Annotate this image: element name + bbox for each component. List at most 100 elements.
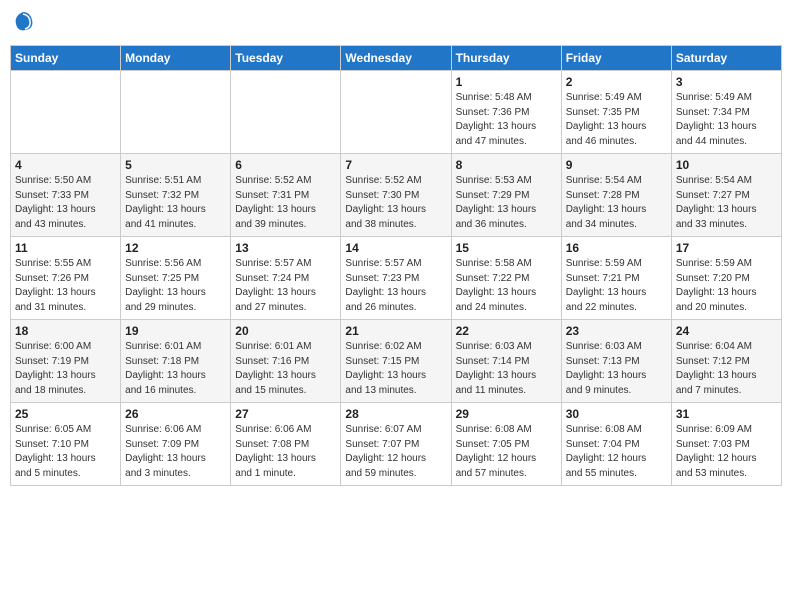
day-info: Sunrise: 6:05 AM Sunset: 7:10 PM Dayligh… xyxy=(15,423,116,481)
day-cell: 22 Sunrise: 6:03 AM Sunset: 7:14 PM Dayli… xyxy=(451,320,561,403)
day-cell xyxy=(341,71,451,154)
calendar-table: SundayMondayTuesdayWednesdayThursdayFrid… xyxy=(10,45,782,486)
day-number: 16 xyxy=(566,241,667,255)
day-number: 29 xyxy=(456,407,557,421)
day-cell xyxy=(11,71,121,154)
day-number: 10 xyxy=(676,158,777,172)
day-cell xyxy=(121,71,231,154)
day-number: 7 xyxy=(345,158,446,172)
day-cell: 16 Sunrise: 5:59 AM Sunset: 7:21 PM Dayli… xyxy=(561,237,671,320)
day-number: 17 xyxy=(676,241,777,255)
day-info: Sunrise: 5:53 AM Sunset: 7:29 PM Dayligh… xyxy=(456,174,557,232)
header-cell-sunday: Sunday xyxy=(11,46,121,71)
day-number: 24 xyxy=(676,324,777,338)
day-cell: 7 Sunrise: 5:52 AM Sunset: 7:30 PM Daylig… xyxy=(341,154,451,237)
day-number: 23 xyxy=(566,324,667,338)
week-row-3: 11Sunrise: 5:55 AM Sunset: 7:26 PM Dayli… xyxy=(11,237,782,320)
week-row-5: 25 Sunrise: 6:05 AM Sunset: 7:10 PM Dayli… xyxy=(11,403,782,486)
day-cell: 15Sunrise: 5:58 AM Sunset: 7:22 PM Dayli… xyxy=(451,237,561,320)
day-cell: 20 Sunrise: 6:01 AM Sunset: 7:16 PM Dayli… xyxy=(231,320,341,403)
day-info: Sunrise: 5:50 AM Sunset: 7:33 PM Dayligh… xyxy=(15,174,116,232)
logo-icon xyxy=(12,10,34,37)
day-cell: 21Sunrise: 6:02 AM Sunset: 7:15 PM Dayli… xyxy=(341,320,451,403)
day-cell: 28Sunrise: 6:07 AM Sunset: 7:07 PM Dayli… xyxy=(341,403,451,486)
day-cell: 30 Sunrise: 6:08 AM Sunset: 7:04 PM Dayli… xyxy=(561,403,671,486)
day-info: Sunrise: 5:54 AM Sunset: 7:28 PM Dayligh… xyxy=(566,174,667,232)
day-info: Sunrise: 6:09 AM Sunset: 7:03 PM Dayligh… xyxy=(676,423,777,481)
day-info: Sunrise: 6:06 AM Sunset: 7:09 PM Dayligh… xyxy=(125,423,226,481)
header-cell-friday: Friday xyxy=(561,46,671,71)
day-info: Sunrise: 6:07 AM Sunset: 7:07 PM Dayligh… xyxy=(345,423,446,481)
day-number: 2 xyxy=(566,75,667,89)
day-info: Sunrise: 5:58 AM Sunset: 7:22 PM Dayligh… xyxy=(456,257,557,315)
day-info: Sunrise: 5:52 AM Sunset: 7:30 PM Dayligh… xyxy=(345,174,446,232)
day-number: 12 xyxy=(125,241,226,255)
day-info: Sunrise: 5:48 AM Sunset: 7:36 PM Dayligh… xyxy=(456,91,557,149)
header-row: SundayMondayTuesdayWednesdayThursdayFrid… xyxy=(11,46,782,71)
day-number: 4 xyxy=(15,158,116,172)
day-cell: 2 Sunrise: 5:49 AM Sunset: 7:35 PM Daylig… xyxy=(561,71,671,154)
day-number: 18 xyxy=(15,324,116,338)
day-cell: 12 Sunrise: 5:56 AM Sunset: 7:25 PM Dayli… xyxy=(121,237,231,320)
day-number: 25 xyxy=(15,407,116,421)
day-info: Sunrise: 5:56 AM Sunset: 7:25 PM Dayligh… xyxy=(125,257,226,315)
day-cell: 23 Sunrise: 6:03 AM Sunset: 7:13 PM Dayli… xyxy=(561,320,671,403)
day-cell: 26 Sunrise: 6:06 AM Sunset: 7:09 PM Dayli… xyxy=(121,403,231,486)
day-info: Sunrise: 6:06 AM Sunset: 7:08 PM Dayligh… xyxy=(235,423,336,481)
header-cell-thursday: Thursday xyxy=(451,46,561,71)
day-info: Sunrise: 6:08 AM Sunset: 7:05 PM Dayligh… xyxy=(456,423,557,481)
day-number: 20 xyxy=(235,324,336,338)
logo xyxy=(10,14,34,37)
day-number: 5 xyxy=(125,158,226,172)
day-cell: 6 Sunrise: 5:52 AM Sunset: 7:31 PM Daylig… xyxy=(231,154,341,237)
day-number: 27 xyxy=(235,407,336,421)
day-number: 6 xyxy=(235,158,336,172)
day-info: Sunrise: 6:08 AM Sunset: 7:04 PM Dayligh… xyxy=(566,423,667,481)
day-cell: 11Sunrise: 5:55 AM Sunset: 7:26 PM Dayli… xyxy=(11,237,121,320)
day-number: 1 xyxy=(456,75,557,89)
day-cell xyxy=(231,71,341,154)
day-cell: 13Sunrise: 5:57 AM Sunset: 7:24 PM Dayli… xyxy=(231,237,341,320)
day-cell: 8 Sunrise: 5:53 AM Sunset: 7:29 PM Daylig… xyxy=(451,154,561,237)
header-cell-tuesday: Tuesday xyxy=(231,46,341,71)
day-info: Sunrise: 5:49 AM Sunset: 7:34 PM Dayligh… xyxy=(676,91,777,149)
day-cell: 3 Sunrise: 5:49 AM Sunset: 7:34 PM Daylig… xyxy=(671,71,781,154)
day-cell: 9 Sunrise: 5:54 AM Sunset: 7:28 PM Daylig… xyxy=(561,154,671,237)
week-row-4: 18 Sunrise: 6:00 AM Sunset: 7:19 PM Dayli… xyxy=(11,320,782,403)
day-info: Sunrise: 5:52 AM Sunset: 7:31 PM Dayligh… xyxy=(235,174,336,232)
day-cell: 14 Sunrise: 5:57 AM Sunset: 7:23 PM Dayli… xyxy=(341,237,451,320)
day-number: 8 xyxy=(456,158,557,172)
day-info: Sunrise: 5:57 AM Sunset: 7:24 PM Dayligh… xyxy=(235,257,336,315)
header-cell-wednesday: Wednesday xyxy=(341,46,451,71)
header-cell-monday: Monday xyxy=(121,46,231,71)
day-number: 22 xyxy=(456,324,557,338)
day-number: 3 xyxy=(676,75,777,89)
day-number: 31 xyxy=(676,407,777,421)
day-info: Sunrise: 5:57 AM Sunset: 7:23 PM Dayligh… xyxy=(345,257,446,315)
day-number: 19 xyxy=(125,324,226,338)
day-info: Sunrise: 6:01 AM Sunset: 7:16 PM Dayligh… xyxy=(235,340,336,398)
day-info: Sunrise: 6:00 AM Sunset: 7:19 PM Dayligh… xyxy=(15,340,116,398)
day-info: Sunrise: 5:51 AM Sunset: 7:32 PM Dayligh… xyxy=(125,174,226,232)
header-cell-saturday: Saturday xyxy=(671,46,781,71)
day-info: Sunrise: 6:03 AM Sunset: 7:13 PM Dayligh… xyxy=(566,340,667,398)
day-cell: 19 Sunrise: 6:01 AM Sunset: 7:18 PM Dayli… xyxy=(121,320,231,403)
day-info: Sunrise: 5:59 AM Sunset: 7:21 PM Dayligh… xyxy=(566,257,667,315)
day-cell: 27 Sunrise: 6:06 AM Sunset: 7:08 PM Dayli… xyxy=(231,403,341,486)
day-info: Sunrise: 5:49 AM Sunset: 7:35 PM Dayligh… xyxy=(566,91,667,149)
day-cell: 29 Sunrise: 6:08 AM Sunset: 7:05 PM Dayli… xyxy=(451,403,561,486)
day-cell: 18 Sunrise: 6:00 AM Sunset: 7:19 PM Dayli… xyxy=(11,320,121,403)
page-header xyxy=(10,10,782,37)
day-cell: 24Sunrise: 6:04 AM Sunset: 7:12 PM Dayli… xyxy=(671,320,781,403)
day-number: 30 xyxy=(566,407,667,421)
day-number: 26 xyxy=(125,407,226,421)
day-info: Sunrise: 6:01 AM Sunset: 7:18 PM Dayligh… xyxy=(125,340,226,398)
day-number: 9 xyxy=(566,158,667,172)
day-number: 11 xyxy=(15,241,116,255)
day-info: Sunrise: 6:02 AM Sunset: 7:15 PM Dayligh… xyxy=(345,340,446,398)
day-cell: 31 Sunrise: 6:09 AM Sunset: 7:03 PM Dayli… xyxy=(671,403,781,486)
day-number: 14 xyxy=(345,241,446,255)
week-row-1: 1 Sunrise: 5:48 AM Sunset: 7:36 PM Daylig… xyxy=(11,71,782,154)
day-cell: 5 Sunrise: 5:51 AM Sunset: 7:32 PM Daylig… xyxy=(121,154,231,237)
day-info: Sunrise: 6:03 AM Sunset: 7:14 PM Dayligh… xyxy=(456,340,557,398)
